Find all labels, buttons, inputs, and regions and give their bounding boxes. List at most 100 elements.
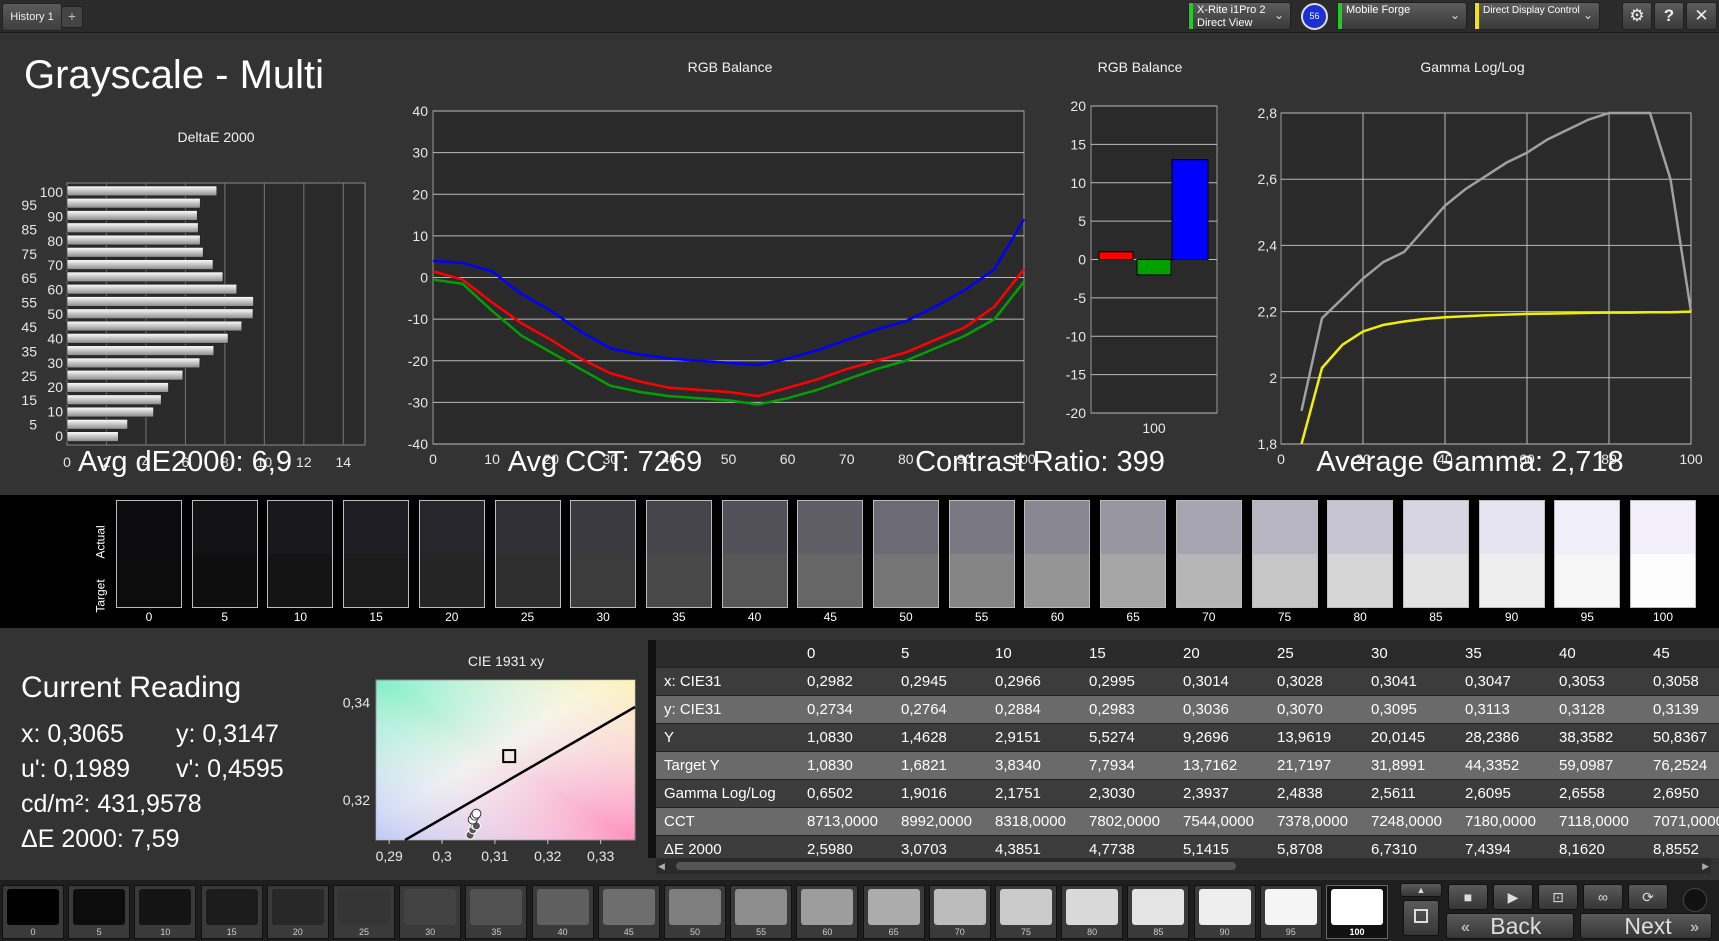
table-cell: 7071,0000	[1645, 807, 1719, 836]
series-badge[interactable]: 56	[1301, 3, 1328, 30]
play-button[interactable]: ▶	[1493, 884, 1533, 910]
scroll-left-icon[interactable]: ◀	[658, 861, 665, 872]
close-button[interactable]: ✕	[1686, 2, 1717, 30]
patch-label: 15	[226, 927, 237, 937]
patch-button[interactable]: 20	[266, 885, 329, 939]
tab-history-1[interactable]: History 1	[2, 3, 62, 31]
table-cell: 0,3036	[1175, 695, 1269, 724]
settings-button[interactable]: ⚙	[1622, 2, 1652, 30]
grayscale-swatch[interactable]	[1175, 500, 1242, 608]
patch-button[interactable]: 60	[796, 885, 859, 939]
back-button[interactable]: « Back	[1446, 913, 1574, 939]
scrollbar-thumb[interactable]	[676, 862, 1236, 870]
grayscale-swatch[interactable]	[570, 500, 637, 608]
stop-measure-button[interactable]	[1403, 900, 1439, 936]
profile-dropdown[interactable]: Mobile Forge ⌄	[1337, 2, 1467, 30]
rgb-y-tick: 0	[420, 270, 428, 286]
step-button[interactable]: ⊡	[1538, 884, 1578, 910]
add-tab-button[interactable]: +	[61, 6, 83, 28]
patch-button[interactable]: 65	[862, 885, 925, 939]
patch-label: 70	[954, 927, 965, 937]
table-cell: 0,2983	[1081, 695, 1175, 724]
cie-x-tick: 0,3	[432, 848, 452, 864]
grayscale-swatch[interactable]	[797, 500, 864, 608]
patch-button[interactable]: 55	[730, 885, 793, 939]
actual-swatch	[1631, 501, 1695, 554]
patch-button[interactable]: 30	[399, 885, 462, 939]
grayscale-swatch[interactable]	[1100, 500, 1167, 608]
table-row[interactable]: CCT 8713,0000 8992,0000 8318,0000 7802,0000 7…	[656, 807, 1719, 836]
display-control-dropdown[interactable]: Direct Display Control ⌄	[1474, 2, 1600, 30]
grayscale-swatch[interactable]	[721, 500, 788, 608]
profile-name: Mobile Forge	[1346, 4, 1411, 16]
grayscale-swatch[interactable]	[267, 500, 334, 608]
grayscale-swatch[interactable]	[418, 500, 485, 608]
patch-button[interactable]: 5	[68, 885, 131, 939]
table-column-header	[656, 640, 799, 668]
grayscale-swatch[interactable]	[1554, 500, 1621, 608]
cie-x-tick: 0,29	[376, 848, 403, 864]
actual-swatch	[117, 501, 181, 554]
grayscale-swatch[interactable]	[1327, 500, 1394, 608]
meter-dropdown[interactable]: X-Rite i1Pro 2 Direct View ⌄	[1188, 2, 1291, 30]
table-row[interactable]: Target Y 1,0830 1,6821 3,8340 7,7934 13,7162 2…	[656, 751, 1719, 780]
patch-button[interactable]: 15	[200, 885, 263, 939]
patch-button[interactable]: 90	[1193, 885, 1256, 939]
grayscale-swatch[interactable]	[343, 500, 410, 608]
grayscale-swatch[interactable]	[494, 500, 561, 608]
red-bar	[1098, 251, 1134, 260]
patch-color	[735, 889, 788, 925]
table-row[interactable]: ΔE 2000 2,5980 3,0703 4,3851 4,7738 5,1415 5,8…	[656, 835, 1719, 858]
patch-button[interactable]: 100	[1326, 885, 1388, 939]
table-row[interactable]: Y 1,0830 1,4628 2,9151 5,5274 9,2696 13,9619 20…	[656, 723, 1719, 752]
grayscale-swatch[interactable]	[1402, 500, 1469, 608]
grayscale-swatch[interactable]	[873, 500, 939, 608]
patch-button[interactable]: 10	[134, 885, 197, 939]
help-button[interactable]: ?	[1654, 2, 1684, 30]
patch-button[interactable]: 45	[597, 885, 660, 939]
scroll-right-icon[interactable]: ▶	[1702, 861, 1709, 872]
grayscale-swatch[interactable]	[1630, 500, 1696, 608]
patch-button[interactable]: 25	[333, 885, 395, 939]
patch-button[interactable]: 0	[2, 885, 64, 939]
patch-button[interactable]: 95	[1259, 885, 1322, 939]
table-row[interactable]: Gamma Log/Log 0,6502 1,9016 2,1751 2,3030 2,3…	[656, 779, 1719, 808]
patch-button[interactable]: 75	[995, 885, 1057, 939]
grayscale-swatch[interactable]	[116, 500, 182, 608]
patch-button[interactable]: 80	[1061, 885, 1124, 939]
step-icon: ⊡	[1552, 889, 1564, 905]
next-button[interactable]: Next »	[1580, 913, 1712, 939]
measurement-table-container[interactable]: 05101520253035404550x: CIE310,29820,2945…	[648, 640, 1719, 858]
grayscale-swatch[interactable]	[645, 500, 712, 608]
patch-button[interactable]: 50	[664, 885, 726, 939]
table-horizontal-scrollbar[interactable]: ◀ ▶	[656, 858, 1711, 874]
table-row[interactable]: y: CIE31 0,2734 0,2764 0,2884 0,2983 0,3036 0,…	[656, 695, 1719, 724]
de-y-tick: 25	[21, 368, 37, 384]
grayscale-swatch[interactable]	[1251, 500, 1318, 608]
patch-scroll-up-button[interactable]: ▲	[1400, 883, 1442, 897]
grayscale-swatch[interactable]	[948, 500, 1015, 608]
gear-icon: ⚙	[1629, 6, 1645, 25]
double-chevron-right-icon: »	[1690, 918, 1699, 936]
reading-u: u': 0,1989	[21, 755, 131, 783]
patch-color	[139, 889, 192, 925]
loop-button[interactable]: ∞	[1583, 884, 1623, 910]
target-swatch	[1328, 554, 1393, 607]
patch-button[interactable]: 35	[465, 885, 528, 939]
patch-button[interactable]: 70	[928, 885, 991, 939]
patch-button[interactable]: 85	[1127, 885, 1190, 939]
grayscale-swatch[interactable]	[1478, 500, 1545, 608]
table-row[interactable]: x: CIE31 0,2982 0,2945 0,2966 0,2995 0,3014 0,…	[656, 667, 1719, 696]
grayscale-swatch[interactable]	[1024, 500, 1091, 608]
refresh-button[interactable]: ⟳	[1628, 884, 1668, 910]
actual-swatch	[1252, 501, 1317, 554]
patch-button[interactable]: 40	[531, 885, 594, 939]
patch-color	[933, 889, 986, 925]
grayscale-swatch[interactable]	[191, 500, 258, 608]
table-cell: 3,8340	[987, 751, 1081, 780]
target-swatch	[1631, 554, 1695, 607]
actual-swatch	[419, 501, 484, 554]
actual-swatch	[344, 501, 409, 554]
stop-button[interactable]: ■	[1448, 884, 1488, 910]
table-cell: 0,3095	[1363, 695, 1457, 724]
